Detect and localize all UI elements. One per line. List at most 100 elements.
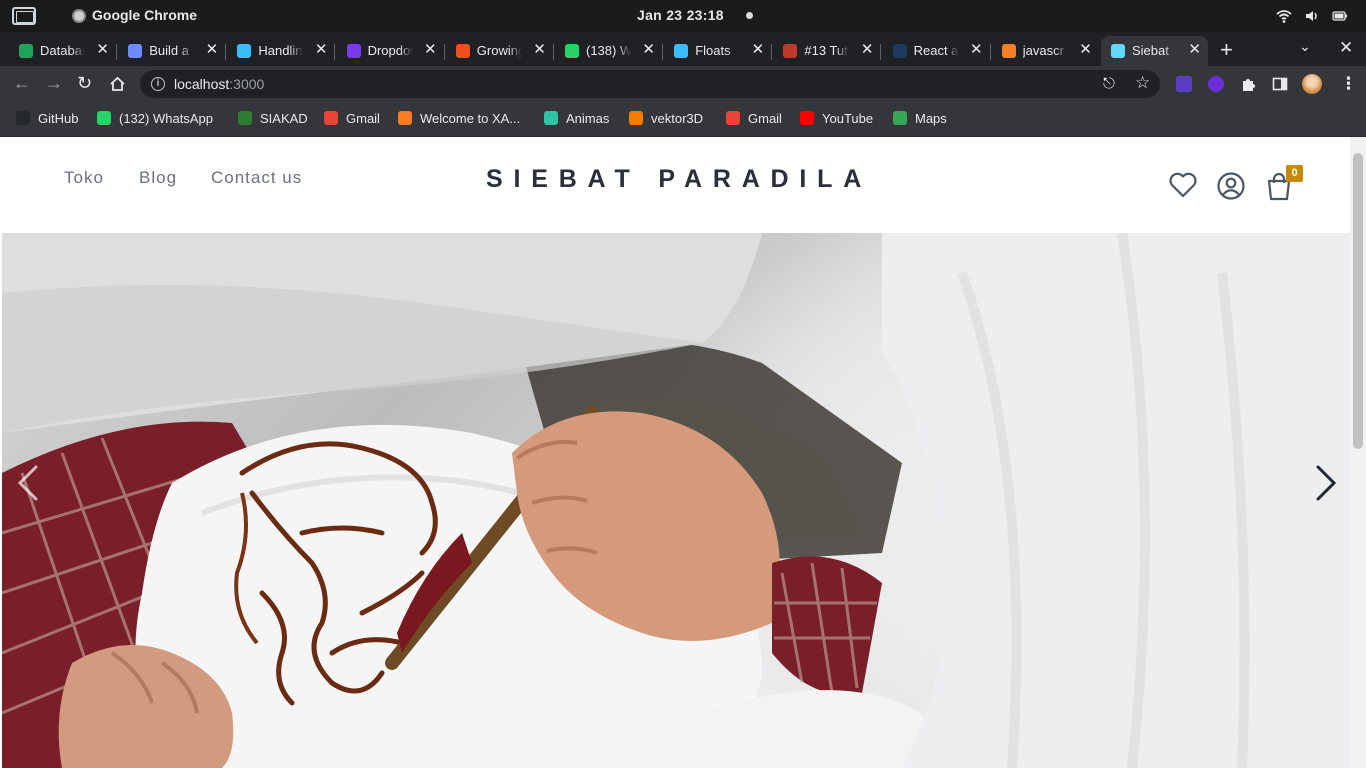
browser-tab[interactable]: Database ✕ — [9, 36, 117, 66]
tab-favicon-icon — [19, 44, 33, 58]
volume-icon[interactable] — [1304, 8, 1320, 24]
bookmark-item[interactable]: Animas — [544, 111, 609, 126]
battery-icon[interactable] — [1332, 8, 1348, 24]
bookmark-item[interactable]: GitHub — [16, 111, 78, 126]
url-text[interactable]: localhost:3000 — [174, 76, 264, 92]
address-bar[interactable]: i localhost:3000 ⎋ ☆ — [140, 70, 1160, 98]
reload-icon[interactable]: ↻ — [77, 74, 92, 92]
back-arrow-icon[interactable]: ← — [13, 74, 31, 92]
browser-tab[interactable]: React a ✕ — [883, 36, 991, 66]
tab-close-icon[interactable]: ✕ — [424, 41, 437, 59]
browser-tab[interactable]: (138) W ✕ — [555, 36, 663, 66]
account-user-icon[interactable] — [1216, 171, 1246, 201]
scrollbar-thumb[interactable] — [1353, 153, 1363, 449]
bookmark-favicon-icon — [726, 111, 740, 125]
browser-tab[interactable]: javascr ✕ — [992, 36, 1099, 66]
tab-favicon-icon — [565, 44, 579, 58]
wifi-icon[interactable] — [1276, 8, 1292, 24]
home-icon[interactable] — [109, 76, 126, 92]
bookmark-favicon-icon — [629, 111, 643, 125]
browser-tab[interactable]: Build a ✕ — [118, 36, 227, 66]
window-close-icon[interactable]: ✕ — [1339, 38, 1353, 58]
cart-count-badge: 0 — [1286, 165, 1303, 182]
bookmark-item[interactable]: (132) WhatsApp — [97, 111, 213, 126]
tab-close-icon[interactable]: ✕ — [970, 41, 983, 59]
bookmark-item[interactable]: Welcome to XA... — [398, 111, 520, 126]
system-clock[interactable]: Jan 23 23:18 — [637, 7, 724, 23]
tab-search-chevron-icon[interactable]: ⌄ — [1299, 38, 1311, 55]
carousel-next-chevron-right-icon[interactable] — [1304, 463, 1344, 503]
chrome-menu-icon[interactable]: ⋮ — [1340, 74, 1357, 94]
tab-close-icon[interactable]: ✕ — [96, 41, 109, 59]
tab-separator — [662, 44, 663, 60]
browser-tab[interactable]: Handling ✕ — [227, 36, 336, 66]
bookmark-favicon-icon — [800, 111, 814, 125]
nav-link-blog[interactable]: Blog — [139, 168, 177, 188]
browser-tab[interactable]: #13 Tut ✕ — [773, 36, 882, 66]
browser-tab[interactable]: Floats ✕ — [664, 36, 773, 66]
bookmarks-bar: GitHub (132) WhatsApp SIAKAD Gmail Welcome t… — [0, 102, 1366, 137]
bookmark-item[interactable]: Gmail — [726, 111, 782, 126]
tab-title: Siebat — [1132, 43, 1169, 58]
tab-title: javascr — [1022, 43, 1064, 58]
tab-close-icon[interactable]: ✕ — [533, 41, 546, 59]
bookmark-label: vektor3D — [651, 111, 704, 126]
profile-avatar[interactable] — [1302, 74, 1322, 94]
browser-toolbar: ← → ↻ i localhost:3000 ⎋ ☆ ⋮ — [0, 66, 1366, 102]
bookmark-label: Gmail — [748, 111, 782, 126]
tab-favicon-icon — [237, 44, 252, 58]
browser-tab[interactable]: Siebat ✕ — [1101, 36, 1208, 66]
browser-tab[interactable]: Growing ✕ — [446, 36, 554, 66]
nav-link-contact-us[interactable]: Contact us — [211, 168, 302, 188]
bookmark-label: (132) WhatsApp — [119, 111, 213, 126]
site-brand-logo[interactable]: SIEBAT PARADILA — [486, 165, 872, 194]
bookmark-item[interactable]: Maps — [893, 111, 947, 126]
notification-dot — [746, 12, 753, 19]
tab-separator — [552, 44, 554, 60]
side-panel-icon[interactable] — [1272, 76, 1288, 92]
bookmark-label: Gmail — [346, 111, 380, 126]
extensions-puzzle-icon[interactable] — [1240, 76, 1256, 92]
tab-close-icon[interactable]: ✕ — [861, 41, 874, 59]
os-top-bar: Google Chrome Jan 23 23:18 — [0, 0, 1366, 32]
tab-favicon-icon — [455, 44, 470, 58]
tab-title: Dropdown — [367, 43, 413, 58]
tab-close-icon[interactable]: ✕ — [642, 41, 655, 59]
browser-tab[interactable]: Dropdown ✕ — [337, 36, 445, 66]
wishlist-heart-icon[interactable] — [1168, 171, 1198, 199]
forward-arrow-icon[interactable]: → — [45, 74, 63, 92]
bookmark-item[interactable]: Gmail — [324, 111, 380, 126]
page-scrollbar[interactable] — [1350, 137, 1366, 768]
bookmark-favicon-icon — [398, 111, 412, 125]
tab-close-icon[interactable]: ✕ — [1188, 41, 1201, 59]
share-icon[interactable]: ⎋ — [1103, 75, 1115, 92]
bookmark-label: Animas — [566, 111, 610, 126]
bookmark-item[interactable]: SIAKAD — [238, 111, 308, 126]
tab-title: Database — [40, 43, 85, 58]
tab-favicon-icon — [674, 44, 689, 58]
new-tab-button[interactable]: + — [1220, 37, 1233, 63]
extension-icon-1[interactable] — [1176, 76, 1192, 92]
tab-close-icon[interactable]: ✕ — [1079, 41, 1092, 59]
bookmark-favicon-icon — [16, 111, 30, 125]
tab-favicon-icon — [783, 44, 798, 58]
bookmark-star-icon[interactable]: ☆ — [1135, 73, 1150, 93]
tab-title: Build a — [149, 43, 189, 58]
tab-title: React a — [913, 43, 959, 58]
bookmark-item[interactable]: YouTube — [800, 111, 873, 126]
nav-link-toko[interactable]: Toko — [64, 168, 104, 188]
active-app-name[interactable]: Google Chrome — [92, 7, 197, 23]
download-extension-icon[interactable] — [1208, 76, 1224, 92]
window-overview-icon[interactable] — [12, 7, 36, 25]
tab-separator — [334, 44, 336, 60]
site-info-icon[interactable]: i — [151, 77, 165, 91]
carousel-prev-chevron-left-icon[interactable] — [8, 463, 48, 503]
bookmark-item[interactable]: vektor3D — [629, 111, 703, 126]
tab-favicon-icon — [1001, 44, 1016, 58]
tab-favicon-icon — [892, 44, 907, 58]
tab-separator — [880, 44, 882, 60]
tab-close-icon[interactable]: ✕ — [206, 41, 219, 59]
tab-separator — [225, 44, 227, 60]
tab-close-icon[interactable]: ✕ — [315, 41, 328, 59]
tab-close-icon[interactable]: ✕ — [752, 41, 765, 59]
